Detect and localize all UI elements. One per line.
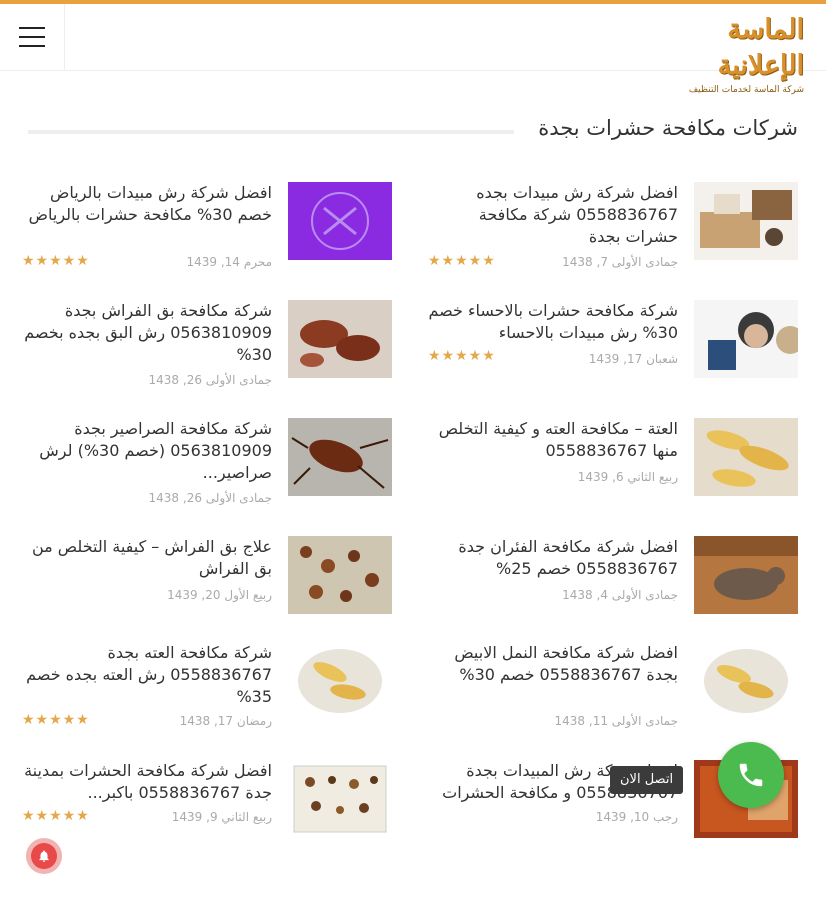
post-title[interactable]: شركة مكافحة الصراصير بجدة 0563810909 (خص… (22, 418, 272, 484)
post-date: ربيع الثاني 9, 1439 (171, 810, 272, 824)
hamburger-menu-button[interactable] (0, 4, 65, 70)
post-title[interactable]: علاج بق الفراش – كيفية التخلص من بق الفر… (22, 536, 272, 580)
post-title[interactable]: افضل شركة مكافحة الحشرات بمدينة جدة 0558… (22, 760, 272, 804)
post-thumbnail[interactable] (288, 418, 392, 496)
rating-stars: ★★★★★ (22, 808, 90, 824)
post-thumbnail[interactable] (694, 300, 798, 378)
post-card[interactable]: افضل شركة رش مبيدات بالرياض خصم 30% مكاف… (22, 182, 392, 278)
post-card[interactable]: العتة – مكافحة العته و كيفية التخلص منها… (428, 418, 798, 514)
rating-stars: ★★★★★ (22, 712, 90, 728)
post-card[interactable]: شركة مكافحة حشرات بالاحساء خصم 30% رش مب… (428, 300, 798, 396)
hamburger-icon-bar (19, 36, 45, 38)
post-thumbnail[interactable] (288, 642, 392, 720)
post-title[interactable]: العتة – مكافحة العته و كيفية التخلص منها… (428, 418, 678, 462)
phone-icon (739, 763, 763, 787)
post-date: رمضان 17, 1438 (179, 714, 272, 728)
post-thumbnail[interactable] (694, 182, 798, 260)
post-date: محرم 14, 1439 (186, 255, 272, 269)
post-card[interactable]: افضل شركة مكافحة الحشرات بمدينة جدة 0558… (22, 760, 392, 856)
notification-bell-button[interactable] (26, 838, 62, 874)
post-title[interactable]: افضل شركة مكافحة النمل الابيض بجدة 05588… (428, 642, 678, 686)
post-card[interactable]: شركة مكافحة بق الفراش بجدة 0563810909 رش… (22, 300, 392, 396)
post-thumbnail[interactable] (694, 418, 798, 496)
post-card[interactable]: افضل شركة رش مبيدات بجده 0558836767 شركة… (428, 182, 798, 278)
post-thumbnail[interactable] (288, 536, 392, 614)
post-date: ربيع الأول 20, 1439 (167, 588, 272, 602)
post-card[interactable]: افضل شركة مكافحة النمل الابيض بجدة 05588… (428, 642, 798, 738)
section-divider (28, 130, 514, 134)
post-date: ربيع الثاني 6, 1439 (577, 470, 678, 484)
post-title[interactable]: شركة مكافحة بق الفراش بجدة 0563810909 رش… (22, 300, 272, 366)
site-header: الماسة الإعلانية شركة الماسة لخدمات التن… (0, 4, 826, 95)
post-date: جمادى الأولى 26, 1438 (148, 373, 272, 387)
post-title[interactable]: شركة مكافحة العته بجدة 0558836767 رش الع… (22, 642, 272, 708)
post-title[interactable]: افضل شركة رش مبيدات بالرياض خصم 30% مكاف… (22, 182, 272, 226)
call-button[interactable] (718, 742, 784, 808)
post-title[interactable]: شركة مكافحة حشرات بالاحساء خصم 30% رش مب… (428, 300, 678, 344)
post-thumbnail[interactable] (288, 182, 392, 260)
post-thumbnail[interactable] (694, 642, 798, 720)
rating-stars: ★★★★★ (22, 253, 90, 269)
post-date: شعبان 17, 1439 (588, 352, 678, 366)
hamburger-icon-bar (19, 45, 45, 47)
post-thumbnail[interactable] (694, 536, 798, 614)
post-title[interactable]: افضل شركة رش مبيدات بجده 0558836767 شركة… (428, 182, 678, 248)
post-card[interactable]: شركة مكافحة العته بجدة 0558836767 رش الع… (22, 642, 392, 738)
rating-stars: ★★★★★ (428, 253, 496, 269)
post-date: جمادى الأولى 4, 1438 (562, 588, 678, 602)
post-card[interactable]: شركة مكافحة الصراصير بجدة 0563810909 (خص… (22, 418, 392, 514)
post-date: جمادى الأولى 7, 1438 (562, 255, 678, 269)
post-date: جمادى الأولى 11, 1438 (554, 714, 678, 728)
logo-text: الماسة الإعلانية (717, 14, 805, 81)
logo-subtext: شركة الماسة لخدمات التنظيف (688, 85, 804, 95)
call-now-label[interactable]: اتصل الان (610, 766, 684, 794)
post-thumbnail[interactable] (288, 760, 392, 838)
hamburger-icon (19, 27, 45, 29)
section-title: شركات مكافحة حشرات بجدة (538, 116, 798, 140)
post-card[interactable]: افضل شركة مكافحة الفئران جدة 0558836767 … (428, 536, 798, 632)
post-thumbnail[interactable] (288, 300, 392, 378)
post-date: جمادى الأولى 26, 1438 (148, 491, 272, 505)
bell-icon (31, 843, 57, 869)
post-date: رجب 10, 1439 (595, 810, 678, 824)
post-title[interactable]: افضل شركة مكافحة الفئران جدة 0558836767 … (428, 536, 678, 580)
post-card[interactable]: علاج بق الفراش – كيفية التخلص من بق الفر… (22, 536, 392, 632)
site-logo[interactable]: الماسة الإعلانية شركة الماسة لخدمات التن… (654, 12, 805, 95)
rating-stars: ★★★★★ (428, 348, 496, 364)
